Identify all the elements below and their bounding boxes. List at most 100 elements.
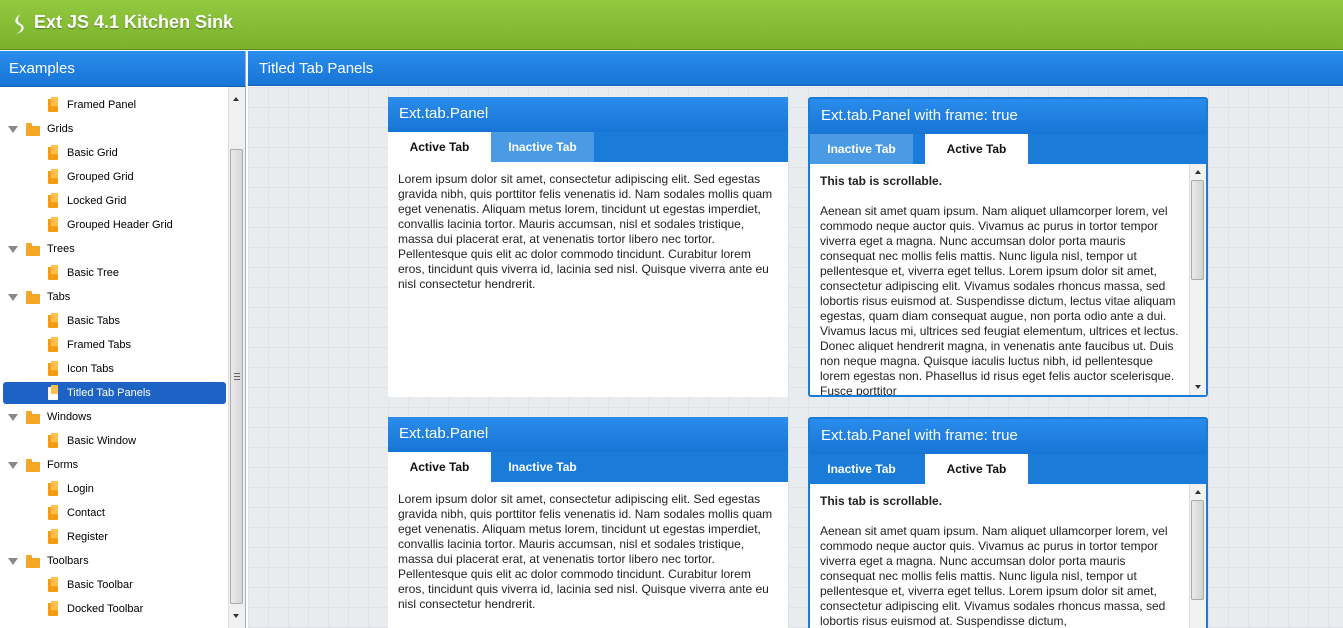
scroll-up-icon[interactable]	[1195, 490, 1201, 494]
expand-arrow-icon[interactable]	[8, 558, 18, 565]
tab-content: Lorem ipsum dolor sit amet, consectetur …	[388, 162, 788, 397]
tree-item-basic-toolbar[interactable]: Basic Toolbar	[0, 574, 228, 596]
content-scrollbar[interactable]	[1189, 164, 1206, 395]
examples-panel-header: Examples	[0, 51, 245, 87]
leaf-icon	[48, 265, 58, 280]
tree-folder-tabs[interactable]: Tabs	[0, 286, 228, 308]
tree-item-label: Contact	[67, 507, 105, 519]
expand-arrow-icon[interactable]	[8, 462, 18, 469]
app-header: Ext JS 4.1 Kitchen Sink	[0, 0, 1343, 50]
tab-content-text: Aenean sit amet quam ipsum. Nam aliquet …	[820, 524, 1168, 628]
tab-active[interactable]: Active Tab	[388, 452, 491, 482]
leaf-icon	[48, 313, 58, 328]
tree-folder-trees[interactable]: Trees	[0, 238, 228, 260]
tree-item-label: Login	[67, 483, 94, 495]
leaf-icon	[48, 529, 58, 544]
scroll-down-icon[interactable]	[1195, 385, 1201, 389]
tree-folder-forms[interactable]: Forms	[0, 454, 228, 476]
tree-folder-grids[interactable]: Grids	[0, 118, 228, 140]
tab-panel-2-framed: Ext.tab.Panel with frame: true Inactive …	[808, 97, 1208, 397]
scrollbar-thumb[interactable]	[1191, 180, 1204, 280]
tab-panel-title: Ext.tab.Panel with frame: true	[810, 419, 1206, 454]
tree-scrollbar[interactable]	[228, 87, 245, 628]
ext-logo-icon	[15, 14, 24, 34]
tree-item-docked-toolbar[interactable]: Docked Toolbar	[0, 598, 228, 620]
tab-panel-title: Ext.tab.Panel	[388, 417, 788, 452]
tree-item-basic-grid[interactable]: Basic Grid	[0, 142, 228, 164]
leaf-icon	[48, 577, 58, 592]
tree-item-label: Forms	[47, 459, 79, 471]
tree-item-label: Docked Toolbar	[67, 603, 144, 615]
grip-line	[234, 373, 240, 374]
folder-icon	[26, 243, 40, 256]
tree-item-grouped-header-grid[interactable]: Grouped Header Grid	[0, 214, 228, 236]
tab-inactive[interactable]: Inactive Tab	[810, 454, 913, 484]
tree-item-label: Basic Tree	[67, 267, 119, 279]
expand-arrow-icon[interactable]	[8, 246, 18, 253]
examples-panel: Examples Framed Panel Grids Basic Grid G…	[0, 51, 246, 628]
scrollbar-thumb[interactable]	[1191, 500, 1204, 600]
leaf-icon	[48, 217, 58, 232]
tree-item-basic-window[interactable]: Basic Window	[0, 430, 228, 452]
tree-item-grouped-grid[interactable]: Grouped Grid	[0, 166, 228, 188]
tab-panel-title: Ext.tab.Panel	[388, 97, 788, 132]
scroll-up-icon[interactable]	[233, 97, 239, 101]
tree-item-basic-tabs[interactable]: Basic Tabs	[0, 310, 228, 332]
tab-inactive[interactable]: Inactive Tab	[491, 452, 594, 482]
tab-bar: Active Tab Inactive Tab	[388, 132, 788, 162]
expand-arrow-icon[interactable]	[8, 414, 18, 421]
leaf-icon	[48, 505, 58, 520]
tab-active[interactable]: Active Tab	[925, 134, 1028, 164]
tree-item-label: Tabs	[47, 291, 71, 303]
tree-item-locked-grid[interactable]: Locked Grid	[0, 190, 228, 212]
tab-bar: Active Tab Inactive Tab	[388, 452, 788, 482]
tree-item-framed-panel[interactable]: Framed Panel	[0, 94, 228, 116]
tree-item-label: Icon Tabs	[67, 363, 114, 375]
tab-content-scrollable[interactable]: This tab is scrollable. Aenean sit amet …	[810, 484, 1206, 628]
tree-folder-windows[interactable]: Windows	[0, 406, 228, 428]
leaf-icon	[48, 601, 58, 616]
scroll-down-icon[interactable]	[233, 614, 239, 618]
leaf-icon	[48, 169, 58, 184]
tab-panel-1: Ext.tab.Panel Active Tab Inactive Tab Lo…	[388, 97, 788, 397]
tab-bar: Inactive Tab Active Tab	[810, 454, 1206, 484]
folder-icon	[26, 459, 40, 472]
leaf-icon	[48, 145, 58, 160]
tree-item-contact[interactable]: Contact	[0, 502, 228, 524]
tree-folder-toolbars[interactable]: Toolbars	[0, 550, 228, 572]
expand-arrow-icon[interactable]	[8, 294, 18, 301]
tab-content-heading: This tab is scrollable.	[820, 174, 943, 188]
tab-content-text: Aenean sit amet quam ipsum. Nam aliquet …	[820, 204, 1179, 395]
tree-item-label: Basic Window	[67, 435, 137, 447]
tree-item-label: Windows	[47, 411, 92, 423]
tree-item-label: Register	[67, 531, 108, 543]
grip-line	[234, 376, 240, 377]
tree-item-titled-tab-panels[interactable]: Titled Tab Panels	[3, 382, 226, 404]
tree-item-framed-tabs[interactable]: Framed Tabs	[0, 334, 228, 356]
tree-item-icon-tabs[interactable]: Icon Tabs	[0, 358, 228, 380]
tab-inactive[interactable]: Inactive Tab	[491, 132, 594, 162]
tab-active[interactable]: Active Tab	[388, 132, 491, 162]
scrollbar-thumb[interactable]	[230, 149, 243, 604]
tree-item-label: Locked Grid	[67, 195, 127, 207]
tree-item-basic-tree[interactable]: Basic Tree	[0, 262, 228, 284]
expand-arrow-icon[interactable]	[8, 126, 18, 133]
tab-content-scrollable[interactable]: This tab is scrollable. Aenean sit amet …	[810, 164, 1206, 395]
tab-active[interactable]: Active Tab	[925, 454, 1028, 484]
folder-icon	[26, 291, 40, 304]
tree-item-label: Framed Panel	[67, 99, 137, 111]
tab-inactive[interactable]: Inactive Tab	[810, 134, 913, 164]
scroll-up-icon[interactable]	[1195, 170, 1201, 174]
tab-content-text: Lorem ipsum dolor sit amet, consectetur …	[398, 492, 773, 611]
tab-bar: Inactive Tab Active Tab	[810, 134, 1206, 164]
folder-icon	[26, 555, 40, 568]
leaf-icon	[48, 97, 58, 112]
tree-item-label: Grids	[47, 123, 74, 135]
tree-item-register[interactable]: Register	[0, 526, 228, 548]
folder-icon	[26, 123, 40, 136]
leaf-icon	[48, 337, 58, 352]
tree-item-login[interactable]: Login	[0, 478, 228, 500]
content-scrollbar[interactable]	[1189, 484, 1206, 628]
tree-item-label: Basic Tabs	[67, 315, 120, 327]
tree-item-label: Toolbars	[47, 555, 89, 567]
